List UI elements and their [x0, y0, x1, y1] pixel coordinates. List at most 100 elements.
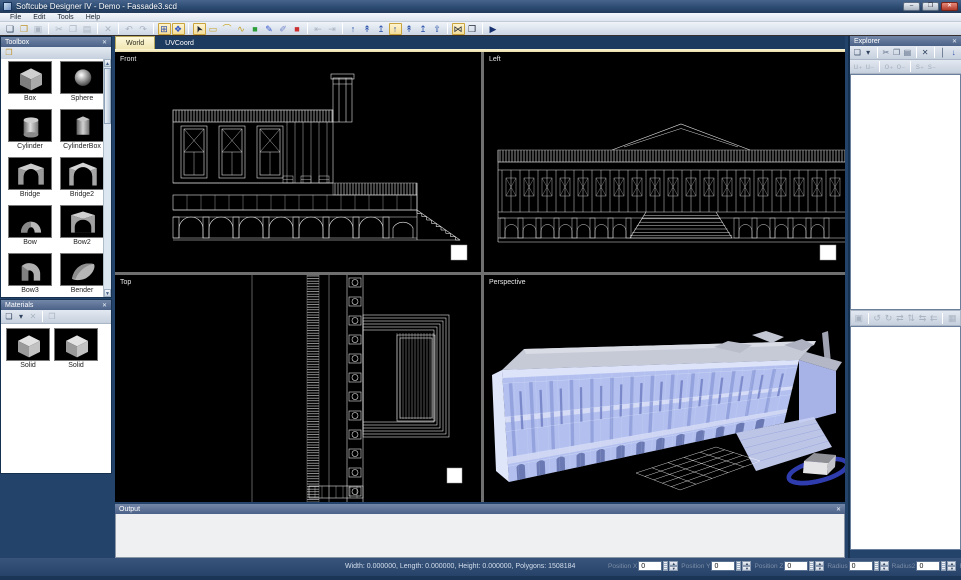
- field-slider[interactable]: [874, 561, 879, 571]
- toolbox-item-cylinder[interactable]: Cylinder: [6, 109, 54, 157]
- restore-button[interactable]: ❐: [922, 2, 939, 11]
- pencil-tool-icon[interactable]: ✎: [263, 23, 276, 35]
- sphere-thumbnail[interactable]: [60, 61, 104, 94]
- explorer-list[interactable]: [850, 326, 961, 550]
- box-tool-icon[interactable]: ▭: [207, 23, 220, 35]
- toolbox-item-bow2[interactable]: Bow2: [58, 205, 106, 253]
- move-up3-icon[interactable]: ↟: [403, 23, 416, 35]
- explorer-tree[interactable]: [850, 74, 961, 310]
- field-spinner[interactable]: ▲▼: [669, 561, 678, 571]
- move-sel-icon[interactable]: ↑: [389, 23, 402, 35]
- move-up2-icon[interactable]: ↟: [361, 23, 374, 35]
- tab-uvcoord[interactable]: UVCoord: [155, 36, 204, 49]
- menu-help[interactable]: Help: [80, 14, 106, 21]
- bender-thumbnail[interactable]: [60, 253, 104, 286]
- field-spinner[interactable]: ▲▼: [815, 561, 824, 571]
- mirror-icon[interactable]: ⋈: [452, 23, 465, 35]
- field-slider[interactable]: [663, 561, 668, 571]
- field-input[interactable]: 0: [849, 561, 873, 571]
- minimize-button[interactable]: –: [903, 2, 920, 11]
- delete-node-icon[interactable]: ✕: [920, 48, 930, 58]
- field-input[interactable]: 0: [711, 561, 735, 571]
- menu-file[interactable]: File: [4, 14, 27, 21]
- bow3-thumbnail[interactable]: [8, 253, 52, 286]
- spin-down-icon[interactable]: ▼: [669, 566, 678, 571]
- view-3d-icon[interactable]: ❖: [172, 23, 185, 35]
- toolbox-item-bow3[interactable]: Bow3: [6, 253, 54, 301]
- menu-edit[interactable]: Edit: [27, 14, 51, 21]
- viewport-front[interactable]: Front: [115, 52, 481, 272]
- bow2-thumbnail[interactable]: [60, 205, 104, 238]
- scroll-down-icon[interactable]: ▼: [104, 289, 111, 297]
- output-log[interactable]: [115, 514, 845, 558]
- new-node-icon[interactable]: ❏: [853, 48, 863, 58]
- material-item[interactable]: Solid: [6, 328, 50, 369]
- toolbox-item-box[interactable]: Box: [6, 61, 54, 109]
- scroll-thumb[interactable]: [104, 68, 111, 124]
- field-input[interactable]: 0: [784, 561, 808, 571]
- viewport-left[interactable]: Left: [484, 52, 845, 272]
- scroll-up-icon[interactable]: ▲: [104, 59, 111, 67]
- field-slider[interactable]: [809, 561, 814, 571]
- field-slider[interactable]: [941, 561, 946, 571]
- solid-box-tool-icon[interactable]: ■: [249, 23, 262, 35]
- spin-down-icon[interactable]: ▼: [742, 566, 751, 571]
- tab-world[interactable]: World: [115, 36, 155, 49]
- paste-icon[interactable]: ▤: [903, 48, 913, 58]
- field-slider[interactable]: [736, 561, 741, 571]
- spin-down-icon[interactable]: ▼: [815, 566, 824, 571]
- viewport-perspective[interactable]: Perspective: [484, 275, 845, 502]
- box-thumbnail[interactable]: [8, 61, 52, 94]
- play-icon[interactable]: ▶: [487, 23, 500, 35]
- field-input[interactable]: 0: [638, 561, 662, 571]
- grid-view-icon[interactable]: ⊞: [158, 23, 171, 35]
- curve2-tool-icon[interactable]: ∿: [235, 23, 248, 35]
- toolbox-item-bow[interactable]: Bow: [6, 205, 54, 253]
- bow-thumbnail[interactable]: [8, 205, 52, 238]
- move-top-icon[interactable]: ↥: [375, 23, 388, 35]
- toolbox-open-folder-icon[interactable]: ❒: [4, 48, 15, 58]
- toolbox-item-bridge2[interactable]: Bridge2: [58, 157, 106, 205]
- spin-down-icon[interactable]: ▼: [880, 566, 889, 571]
- materials-close-icon[interactable]: ✕: [102, 302, 107, 309]
- cylinder-thumbnail[interactable]: [8, 109, 52, 142]
- cylinderbox-thumbnail[interactable]: [60, 109, 104, 142]
- window-icon[interactable]: ❐: [466, 23, 479, 35]
- field-spinner[interactable]: ▲▼: [742, 561, 751, 571]
- close-button[interactable]: ✕: [941, 2, 958, 11]
- cube-tool-icon[interactable]: ■: [291, 23, 304, 35]
- move-shift-icon[interactable]: ⇧: [431, 23, 444, 35]
- menu-tools[interactable]: Tools: [51, 14, 79, 21]
- toolbox-item-cylinderbox[interactable]: CylinderBox: [58, 109, 106, 157]
- toolbox-item-bender[interactable]: Bender: [58, 253, 106, 301]
- viewport-top[interactable]: Top: [115, 275, 481, 502]
- select-cursor-icon[interactable]: ➤: [193, 23, 206, 35]
- insert-bar-icon[interactable]: │: [938, 48, 948, 58]
- move-up-icon[interactable]: ↑: [347, 23, 360, 35]
- material-item[interactable]: Solid: [54, 328, 98, 369]
- toolbox-close-icon[interactable]: ✕: [102, 39, 107, 46]
- field-spinner[interactable]: ▲▼: [880, 561, 889, 571]
- move-up4-icon[interactable]: ↥: [417, 23, 430, 35]
- new-material-icon[interactable]: ❏: [4, 312, 15, 322]
- explorer-close-icon[interactable]: ✕: [952, 38, 957, 45]
- toolbox-item-bridge[interactable]: Bridge: [6, 157, 54, 205]
- bridge2-thumbnail[interactable]: [60, 157, 104, 190]
- new-file-icon[interactable]: ❏: [4, 23, 17, 35]
- dropdown-icon[interactable]: ▾: [863, 48, 873, 58]
- copy-icon[interactable]: ❐: [892, 48, 902, 58]
- field-spinner[interactable]: ▲▼: [947, 561, 956, 571]
- curve-tool-icon[interactable]: ⌒: [221, 23, 234, 35]
- toolbox-scrollbar[interactable]: ▲ ▼: [103, 59, 111, 297]
- spin-down-icon[interactable]: ▼: [947, 566, 956, 571]
- open-folder-icon[interactable]: ❒: [18, 23, 31, 35]
- solidcube-thumbnail[interactable]: [54, 328, 98, 361]
- dropdown-icon[interactable]: ▾: [16, 312, 27, 322]
- solidcube-thumbnail[interactable]: [6, 328, 50, 361]
- bridge-thumbnail[interactable]: [8, 157, 52, 190]
- field-input[interactable]: 0: [916, 561, 940, 571]
- move-down-icon[interactable]: ↓: [949, 48, 959, 58]
- cut-icon[interactable]: ✂: [881, 48, 891, 58]
- toolbox-item-sphere[interactable]: Sphere: [58, 61, 106, 109]
- brush-tool-icon[interactable]: ✐: [277, 23, 290, 35]
